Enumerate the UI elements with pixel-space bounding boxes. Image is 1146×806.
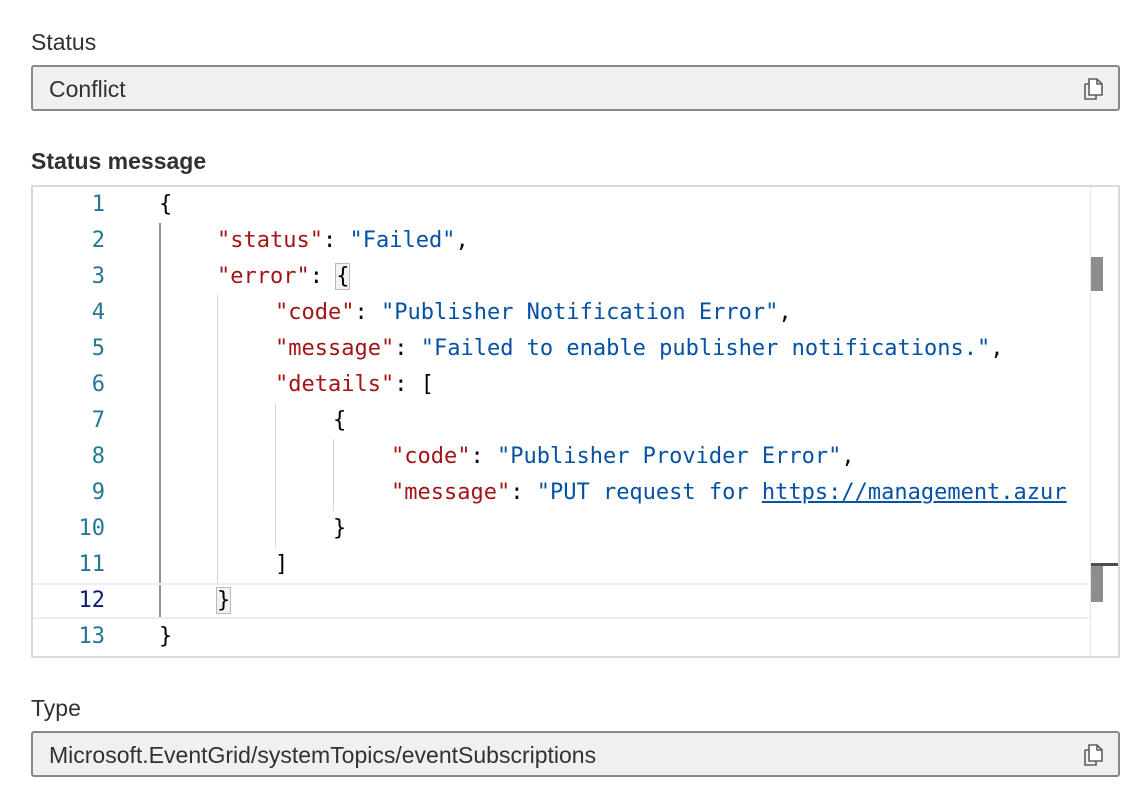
code-line[interactable]: 1{: [33, 187, 1091, 223]
code-line[interactable]: 2 "status": "Failed",: [33, 223, 1091, 259]
line-number: 11: [78, 552, 106, 577]
line-number: 2: [91, 228, 105, 253]
json-punctuation: ,: [841, 444, 855, 469]
json-string: "Failed": [349, 228, 456, 253]
json-string: "PUT request for: [536, 480, 762, 505]
code-text: }: [333, 511, 346, 547]
scroll-thumb[interactable]: [1091, 257, 1103, 291]
type-label: Type: [31, 695, 81, 721]
code-text: ]: [275, 547, 288, 583]
copy-icon: [1084, 78, 1103, 100]
json-punctuation: :: [510, 480, 537, 505]
code-text: }: [159, 619, 172, 655]
code-text: {: [333, 403, 346, 439]
json-link[interactable]: https://management.azur: [762, 480, 1067, 505]
type-value: Microsoft.EventGrid/systemTopics/eventSu…: [49, 742, 597, 768]
code-line[interactable]: 5 "message": "Failed to enable publisher …: [33, 331, 1091, 367]
status-message-label: Status message: [31, 148, 207, 174]
code-text: "code": "Publisher Notification Error",: [275, 295, 792, 331]
code-text: "details": [: [275, 367, 434, 403]
status-label: Status: [31, 29, 97, 55]
code-line[interactable]: 7{: [33, 403, 1091, 439]
line-number: 13: [78, 624, 106, 649]
json-string: "Publisher Provider Error": [496, 444, 842, 469]
status-value: Conflict: [49, 76, 126, 102]
json-key: "status": [217, 228, 323, 253]
code-line[interactable]: 13}: [33, 619, 1091, 655]
line-number: 1: [91, 192, 105, 217]
code-text: "status": "Failed",: [217, 223, 469, 259]
json-punctuation: }: [159, 624, 173, 649]
line-number: 6: [91, 372, 105, 397]
json-punctuation: ,: [990, 336, 1004, 361]
code-line[interactable]: 3 "error": {: [33, 259, 1091, 295]
json-punctuation: :: [354, 300, 381, 325]
json-string: "Publisher Notification Error": [380, 300, 779, 325]
json-punctuation: :: [322, 228, 350, 253]
line-number: 9: [91, 480, 105, 505]
copy-type-button[interactable]: [1080, 742, 1106, 768]
json-key: "message": [391, 480, 511, 505]
status-field[interactable]: Conflict: [31, 65, 1120, 111]
line-number: 10: [78, 516, 106, 541]
code-line[interactable]: 9 "message": "PUT request for https://man…: [33, 475, 1091, 511]
code-text: "error": {: [217, 259, 351, 295]
json-key: "code": [391, 444, 471, 469]
type-field[interactable]: Microsoft.EventGrid/systemTopics/eventSu…: [31, 731, 1120, 777]
vertical-scrollbar[interactable]: [1090, 187, 1118, 656]
line-number: 3: [91, 264, 105, 289]
json-key: "error": [217, 264, 310, 289]
json-key: "details": [275, 372, 395, 397]
code-line[interactable]: 4 "code": "Publisher Notification Error",: [33, 295, 1091, 331]
matched-bracket: {: [335, 263, 351, 290]
json-punctuation: ]: [275, 552, 289, 577]
line-number: 8: [91, 444, 105, 469]
code-text: "code": "Publisher Provider Error",: [391, 439, 855, 475]
line-number: 5: [91, 336, 105, 361]
line-number: 12: [78, 588, 106, 613]
matched-bracket: }: [215, 587, 232, 614]
json-punctuation: :: [394, 336, 421, 361]
code-text: {: [159, 187, 172, 223]
code-text: }: [215, 585, 232, 617]
code-line[interactable]: 10}: [33, 511, 1091, 547]
json-key: "code": [275, 300, 355, 325]
line-number: 7: [91, 408, 105, 433]
code-line[interactable]: 8 "code": "Publisher Provider Error",: [33, 439, 1091, 475]
code-line[interactable]: 12}: [33, 583, 1091, 619]
copy-icon: [1084, 744, 1103, 766]
json-punctuation: ,: [778, 300, 792, 325]
scroll-decoration: [1091, 566, 1103, 602]
code-text: "message": "Failed to enable publisher n…: [275, 331, 1004, 367]
code-line[interactable]: 6 "details": [: [33, 367, 1091, 403]
json-punctuation: }: [333, 516, 347, 541]
json-punctuation: {: [159, 192, 173, 217]
status-message-editor[interactable]: 1{2 "status": "Failed", 3 "error": {4 "code"…: [31, 185, 1120, 658]
code-area[interactable]: 1{2 "status": "Failed", 3 "error": {4 "code"…: [33, 187, 1091, 656]
json-string: "Failed to enable publisher notification…: [420, 336, 991, 361]
json-punctuation: {: [333, 408, 347, 433]
code-text: "message": "PUT request for https://mana…: [391, 475, 1067, 511]
json-punctuation: :: [470, 444, 497, 469]
json-punctuation: ,: [455, 228, 469, 253]
line-number: 4: [91, 300, 105, 325]
json-punctuation: :: [309, 264, 337, 289]
json-key: "message": [275, 336, 395, 361]
json-punctuation: : [: [394, 372, 434, 397]
code-line[interactable]: 11]: [33, 547, 1091, 583]
copy-status-button[interactable]: [1080, 76, 1106, 102]
